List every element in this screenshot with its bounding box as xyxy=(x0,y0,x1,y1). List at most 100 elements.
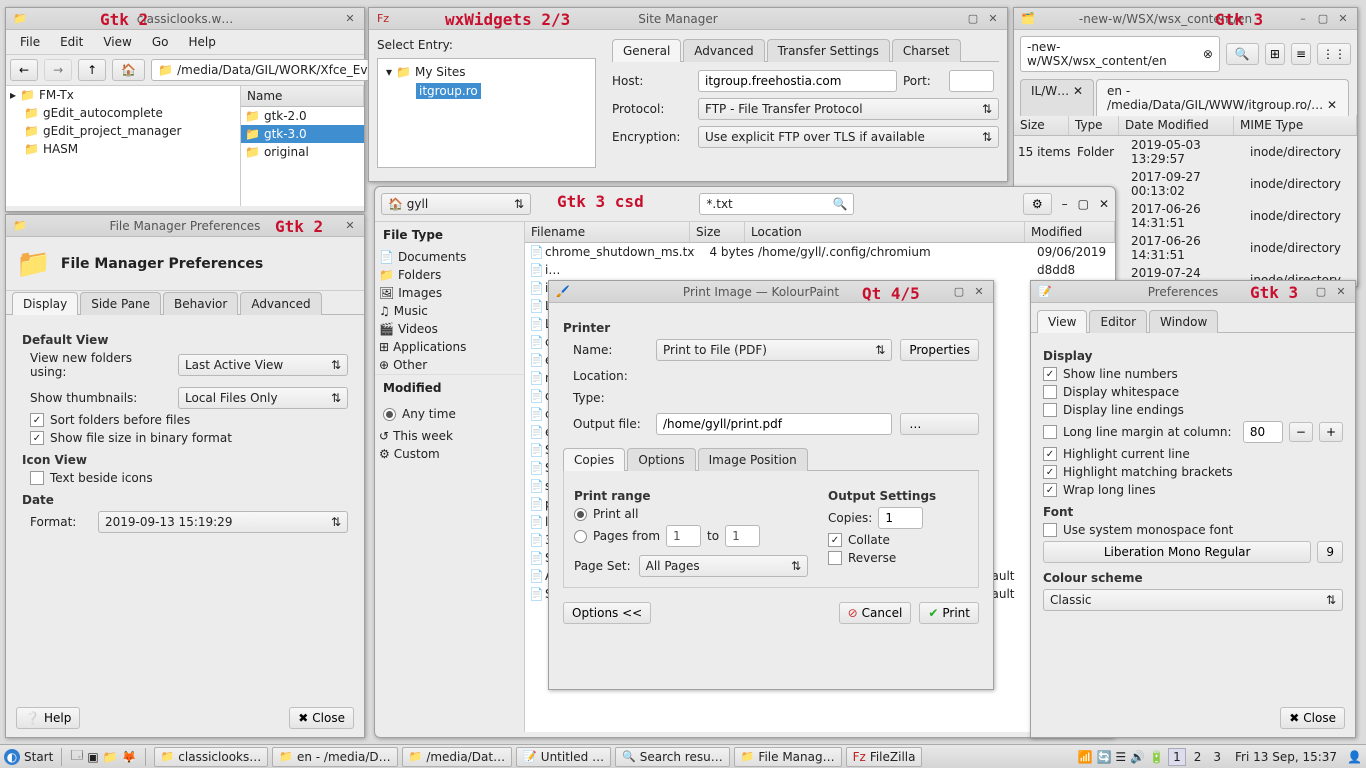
menu-view[interactable]: View xyxy=(95,32,139,52)
minimize-icon[interactable]: – xyxy=(1062,197,1068,211)
spin-plus[interactable]: + xyxy=(1319,422,1343,442)
task-untitled[interactable]: 📝 Untitled … xyxy=(516,747,611,767)
terminal-icon[interactable]: ▣ xyxy=(87,750,98,764)
close-icon[interactable]: ✕ xyxy=(1099,197,1109,211)
side-other[interactable]: ⊕Other xyxy=(375,356,524,374)
notify-icon[interactable]: ☰ xyxy=(1115,750,1126,764)
check-text-beside[interactable]: Text beside icons xyxy=(30,471,348,485)
tab-view[interactable]: View xyxy=(1037,310,1087,333)
radio-pages-from[interactable]: Pages from to xyxy=(574,525,808,547)
wifi-icon[interactable]: 📶 xyxy=(1078,750,1093,764)
check-whitespace[interactable]: Display whitespace xyxy=(1043,385,1343,399)
tab-display[interactable]: Display xyxy=(12,292,78,315)
search-button[interactable]: 🔍 xyxy=(1226,43,1259,65)
close-icon[interactable]: ✕ xyxy=(1335,11,1351,27)
maximize-icon[interactable]: ▢ xyxy=(1315,11,1331,27)
properties-button[interactable]: Properties xyxy=(900,339,979,361)
col-modified[interactable]: Modified xyxy=(1025,222,1115,242)
scheme-select[interactable]: Classic⇅ xyxy=(1043,589,1343,611)
tab-general[interactable]: General xyxy=(612,39,681,62)
tab-close-icon[interactable]: ✕ xyxy=(1327,98,1337,112)
show-desktop-icon[interactable]: 🗔 xyxy=(70,746,83,767)
close-icon[interactable]: ✕ xyxy=(985,11,1001,27)
font-button[interactable]: Liberation Mono Regular xyxy=(1043,541,1311,563)
path-bar[interactable]: -new-w/WSX/wsx_content/en ⊗ xyxy=(1020,36,1220,72)
side-apps[interactable]: ⊞Applications xyxy=(375,338,524,356)
port-input[interactable] xyxy=(949,70,994,92)
thumb-select[interactable]: Local Files Only⇅ xyxy=(178,387,348,409)
sidebar-item[interactable]: ▸📁FM-Tx xyxy=(6,86,240,104)
col-filename[interactable]: Filename xyxy=(525,222,690,242)
tab-close-icon[interactable]: ✕ xyxy=(1073,84,1083,98)
user-icon[interactable]: 👤 xyxy=(1347,750,1362,764)
tab-2[interactable]: en - /media/Data/GIL/WWW/itgroup.ro/… ✕ xyxy=(1096,79,1349,116)
file-row[interactable]: 📄i…d8dd8 xyxy=(525,261,1115,279)
sidebar-item[interactable]: 📁gEdit_project_manager xyxy=(6,122,240,140)
firefox-icon[interactable]: 🦊 xyxy=(122,750,137,764)
check-sort-folders[interactable]: ✓Sort folders before files xyxy=(30,413,348,427)
menu-go[interactable]: Go xyxy=(144,32,177,52)
printer-select[interactable]: Print to File (PDF)⇅ xyxy=(656,339,892,361)
font-size-button[interactable]: 9 xyxy=(1317,541,1343,563)
clock[interactable]: Fri 13 Sep, 15:37 xyxy=(1235,750,1337,764)
tree-root[interactable]: ▾📁My Sites xyxy=(382,63,591,81)
search-input[interactable]: *.txt🔍 xyxy=(699,193,854,215)
task-fileman[interactable]: 📁 File Manag… xyxy=(734,747,842,767)
tab-copies[interactable]: Copies xyxy=(563,448,625,471)
side-documents[interactable]: 📄Documents xyxy=(375,248,524,266)
battery-icon[interactable]: 🔋 xyxy=(1149,750,1164,764)
check-highlight-line[interactable]: ✓Highlight current line xyxy=(1043,447,1343,461)
side-images[interactable]: 🖼Images xyxy=(375,284,524,302)
sidebar-item[interactable]: 📁HASM xyxy=(6,140,240,158)
sidebar-item[interactable]: 📁gEdit_autocomplete xyxy=(6,104,240,122)
output-input[interactable] xyxy=(656,413,892,435)
view-compact-button[interactable]: ⋮⋮ xyxy=(1317,43,1351,65)
check-collate[interactable]: ✓Collate xyxy=(828,533,968,547)
check-highlight-brackets[interactable]: ✓Highlight matching brackets xyxy=(1043,465,1343,479)
check-line-endings[interactable]: Display line endings xyxy=(1043,403,1343,417)
check-wrap[interactable]: ✓Wrap long lines xyxy=(1043,483,1343,497)
menu-file[interactable]: File xyxy=(12,32,48,52)
check-line-numbers[interactable]: ✓Show line numbers xyxy=(1043,367,1343,381)
volume-icon[interactable]: 🔊 xyxy=(1130,750,1145,764)
task-media[interactable]: 📁 /media/Dat… xyxy=(402,747,512,767)
spin-minus[interactable]: − xyxy=(1289,422,1313,442)
copies-spin[interactable] xyxy=(878,507,923,529)
browse-button[interactable]: … xyxy=(900,413,979,435)
tab-advanced[interactable]: Advanced xyxy=(240,292,321,315)
ws-1[interactable]: 1 xyxy=(1168,748,1186,766)
radio-thisweek[interactable]: ↺This week xyxy=(375,427,524,445)
close-icon[interactable]: ✕ xyxy=(342,11,358,27)
tree-site[interactable]: itgroup.ro xyxy=(412,81,591,101)
task-search[interactable]: 🔍 Search resu… xyxy=(615,747,730,767)
settings-button[interactable]: ⚙ xyxy=(1023,193,1052,215)
menu-help[interactable]: Help xyxy=(180,32,223,52)
host-input[interactable] xyxy=(698,70,897,92)
close-button[interactable]: ✖ Close xyxy=(289,707,354,729)
tab-options[interactable]: Options xyxy=(627,448,695,471)
start-label[interactable]: Start xyxy=(24,750,53,764)
file-row-selected[interactable]: 📁gtk-3.0 xyxy=(241,125,364,143)
side-music[interactable]: ♫Music xyxy=(375,302,524,320)
side-videos[interactable]: 🎬Videos xyxy=(375,320,524,338)
file-row[interactable]: 📁gtk-2.0 xyxy=(241,107,364,125)
task-filezilla[interactable]: Fz FileZilla xyxy=(846,747,923,767)
tab-transfer[interactable]: Transfer Settings xyxy=(767,39,890,62)
file-row[interactable]: 📁original xyxy=(241,143,364,161)
ws-2[interactable]: 2 xyxy=(1190,749,1206,765)
help-button[interactable]: ❔ Help xyxy=(16,707,80,729)
radio-custom[interactable]: ⚙Custom xyxy=(375,445,524,463)
view-using-select[interactable]: Last Active View⇅ xyxy=(178,354,348,376)
check-binary[interactable]: ✓Show file size in binary format xyxy=(30,431,348,445)
minimize-icon[interactable]: – xyxy=(1295,11,1311,27)
check-reverse[interactable]: Reverse xyxy=(828,551,968,565)
back-button[interactable]: ← xyxy=(10,59,38,81)
encryption-select[interactable]: Use explicit FTP over TLS if available⇅ xyxy=(698,126,999,148)
view-list-button[interactable]: ≡ xyxy=(1291,43,1311,65)
pageset-select[interactable]: All Pages⇅ xyxy=(639,555,808,577)
forward-button[interactable]: → xyxy=(44,59,72,81)
check-long-line[interactable]: Long line margin at column: − + xyxy=(1043,421,1343,443)
cancel-button[interactable]: ⊘ Cancel xyxy=(839,602,912,624)
print-button[interactable]: ✔ Print xyxy=(919,602,979,624)
protocol-select[interactable]: FTP - File Transfer Protocol⇅ xyxy=(698,98,999,120)
